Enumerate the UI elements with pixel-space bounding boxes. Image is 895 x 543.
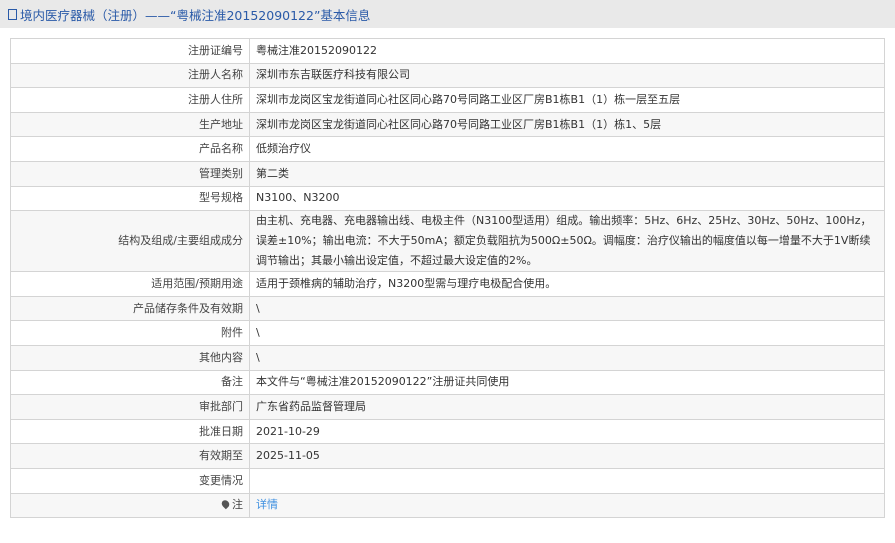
row-label: 注 bbox=[10, 492, 250, 519]
table-row: 备注 本文件与“粤械注准20152090122”注册证共同使用 bbox=[10, 369, 885, 396]
row-value: 适用于颈椎病的辅助治疗，N3200型需与理疗电极配合使用。 bbox=[249, 271, 885, 297]
table-row: 批准日期 2021-10-29 bbox=[10, 418, 885, 445]
row-value: 低频治疗仪 bbox=[249, 136, 885, 162]
row-value: 2021-10-29 bbox=[249, 418, 885, 445]
table-row: 型号规格 N3100、N3200 bbox=[10, 185, 885, 212]
details-link[interactable]: 详情 bbox=[256, 498, 278, 511]
row-value: \ bbox=[249, 320, 885, 346]
table-row: 审批部门 广东省药品监督管理局 bbox=[10, 394, 885, 420]
table-row: 有效期至 2025-11-05 bbox=[10, 443, 885, 469]
row-value: \ bbox=[249, 344, 885, 371]
row-label: 注册人住所 bbox=[10, 87, 250, 113]
table-row: 管理类别 第二类 bbox=[10, 160, 885, 187]
document-icon bbox=[8, 8, 17, 20]
row-label: 附件 bbox=[10, 320, 250, 346]
row-label: 备注 bbox=[10, 369, 250, 396]
row-label: 其他内容 bbox=[10, 344, 250, 371]
row-value: 深圳市东吉联医疗科技有限公司 bbox=[249, 62, 885, 89]
table-row: 附件 \ bbox=[10, 320, 885, 346]
row-value: 深圳市龙岗区宝龙街道同心社区同心路70号同路工业区厂房B1栋B1（1）栋一层至五… bbox=[249, 87, 885, 113]
row-label: 管理类别 bbox=[10, 160, 250, 187]
row-label: 生产地址 bbox=[10, 111, 250, 138]
row-label: 适用范围/预期用途 bbox=[10, 271, 250, 297]
table-row: 结构及组成/主要组成成分 由主机、充电器、充电器输出线、电极主件（N3100型适用… bbox=[10, 210, 885, 273]
table-row: 产品名称 低频治疗仪 bbox=[10, 136, 885, 162]
table-row-note: 注详情 bbox=[10, 492, 885, 519]
table-row: 注册证编号 粤械注准20152090122 bbox=[10, 38, 885, 64]
table-row: 变更情况 bbox=[10, 467, 885, 494]
row-label: 注册人名称 bbox=[10, 62, 250, 89]
table-row: 注册人名称 深圳市东吉联医疗科技有限公司 bbox=[10, 62, 885, 89]
row-value: N3100、N3200 bbox=[249, 185, 885, 212]
row-value: 本文件与“粤械注准20152090122”注册证共同使用 bbox=[249, 369, 885, 396]
note-label: 注 bbox=[232, 498, 243, 512]
row-value: 深圳市龙岗区宝龙街道同心社区同心路70号同路工业区厂房B1栋B1（1）栋1、5层 bbox=[249, 111, 885, 138]
info-table: 注册证编号 粤械注准20152090122 注册人名称 深圳市东吉联医疗科技有限公司注… bbox=[10, 38, 885, 519]
row-label: 批准日期 bbox=[10, 418, 250, 445]
page-header: 境内医疗器械（注册）——“粤械注准20152090122”基本信息 bbox=[0, 0, 895, 28]
row-label: 有效期至 bbox=[10, 443, 250, 469]
row-value: 粤械注准20152090122 bbox=[249, 38, 885, 64]
row-value: 由主机、充电器、充电器输出线、电极主件（N3100型适用）组成。输出频率：5Hz… bbox=[249, 210, 885, 273]
row-value: \ bbox=[249, 295, 885, 322]
row-label: 型号规格 bbox=[10, 185, 250, 212]
row-label: 产品名称 bbox=[10, 136, 250, 162]
pin-icon bbox=[220, 498, 231, 510]
row-label: 注册证编号 bbox=[10, 38, 250, 64]
row-label: 结构及组成/主要组成成分 bbox=[10, 210, 250, 273]
row-label: 产品储存条件及有效期 bbox=[10, 295, 250, 322]
table-row: 适用范围/预期用途 适用于颈椎病的辅助治疗，N3200型需与理疗电极配合使用。 bbox=[10, 271, 885, 297]
table-row: 产品储存条件及有效期 \ bbox=[10, 295, 885, 322]
row-value: 2025-11-05 bbox=[249, 443, 885, 469]
row-label: 变更情况 bbox=[10, 467, 250, 494]
row-value bbox=[249, 467, 885, 494]
page-title: 境内医疗器械（注册）——“粤械注准20152090122”基本信息 bbox=[20, 7, 371, 23]
row-value: 广东省药品监督管理局 bbox=[249, 394, 885, 420]
table-row: 生产地址 深圳市龙岗区宝龙街道同心社区同心路70号同路工业区厂房B1栋B1（1）栋… bbox=[10, 111, 885, 138]
table-row: 其他内容 \ bbox=[10, 344, 885, 371]
row-value: 第二类 bbox=[249, 160, 885, 187]
row-label: 审批部门 bbox=[10, 394, 250, 420]
table-row: 注册人住所 深圳市龙岗区宝龙街道同心社区同心路70号同路工业区厂房B1栋B1（1）… bbox=[10, 87, 885, 113]
